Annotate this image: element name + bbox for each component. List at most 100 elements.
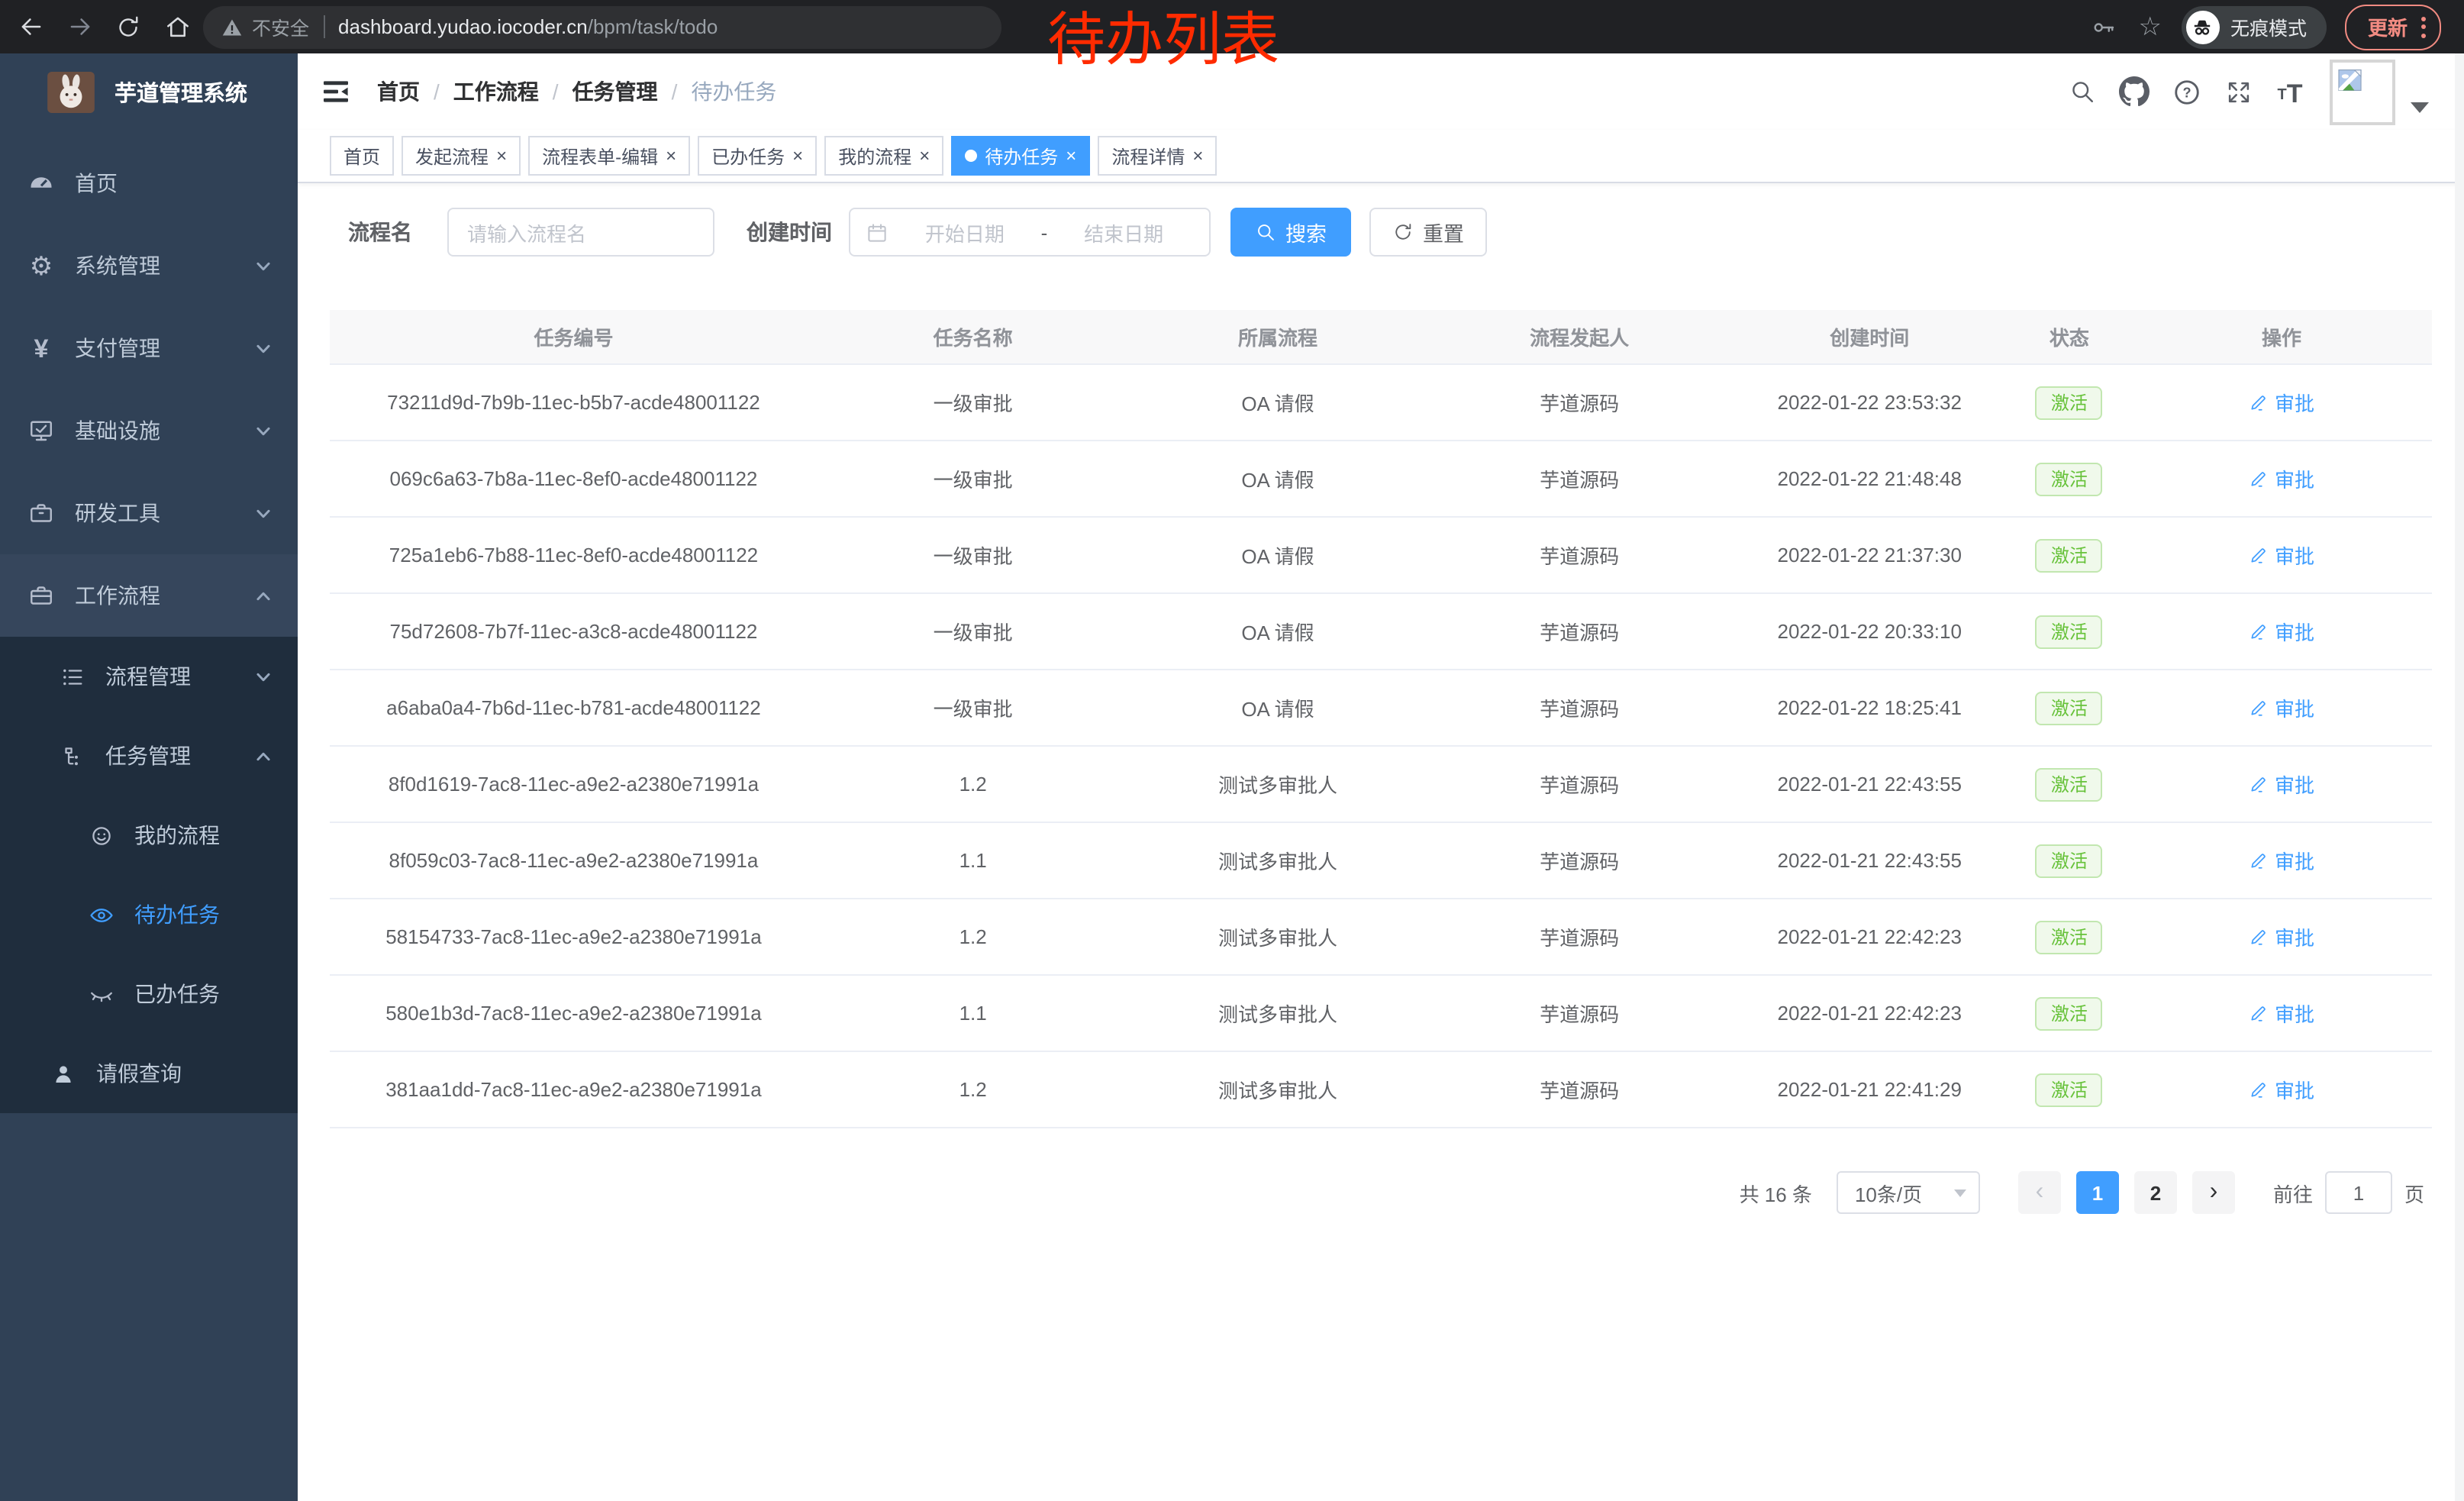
sidebar-collapse-icon[interactable]: [321, 76, 351, 107]
sidebar-item-done-task[interactable]: 已办任务: [0, 954, 298, 1034]
page-2-button[interactable]: 2: [2134, 1171, 2177, 1214]
tab-todo-task[interactable]: 待办任务×: [951, 136, 1090, 176]
table-row: 75d72608-7b7f-11ec-a3c8-acde48001122 一级审…: [330, 594, 2432, 670]
approve-link[interactable]: 审批: [2249, 388, 2314, 417]
tab-done-task[interactable]: 已办任务×: [698, 136, 817, 176]
security-warning-icon[interactable]: [221, 16, 243, 37]
cell-task-name: 一级审批: [818, 388, 1129, 417]
security-label[interactable]: 不安全: [252, 12, 309, 41]
sidebar-menu: 首页 ⚙ 系统管理 ¥ 支付管理 基础设施: [0, 130, 298, 1113]
cell-action: 审批: [2131, 617, 2432, 646]
close-icon[interactable]: ×: [1066, 147, 1076, 165]
tab-my-process[interactable]: 我的流程×: [824, 136, 943, 176]
font-size-icon[interactable]: TT: [2275, 76, 2305, 107]
sidebar-item-leave-query[interactable]: 请假查询: [0, 1034, 298, 1113]
bookmark-star-icon[interactable]: ☆: [2138, 14, 2162, 40]
sidebar-item-todo-task[interactable]: 待办任务: [0, 875, 298, 954]
sidebar-item-infrastructure[interactable]: 基础设施: [0, 389, 298, 472]
sidebar-item-process-mgmt[interactable]: 流程管理: [0, 637, 298, 716]
home-icon[interactable]: [162, 11, 192, 42]
cell-process: OA 请假: [1128, 464, 1427, 493]
back-icon[interactable]: [15, 11, 46, 42]
prev-page-button[interactable]: ‹: [2018, 1171, 2061, 1214]
status-badge: 激活: [2036, 844, 2103, 877]
approve-link[interactable]: 审批: [2249, 770, 2314, 799]
sidebar-item-system[interactable]: ⚙ 系统管理: [0, 224, 298, 307]
sidebar-item-devtools[interactable]: 研发工具: [0, 472, 298, 554]
incognito-badge: 无痕模式: [2182, 5, 2327, 48]
eye-open-icon: [87, 901, 114, 928]
avatar[interactable]: [2330, 59, 2395, 124]
approve-link[interactable]: 审批: [2249, 693, 2314, 722]
select-caret-icon: [1954, 1189, 1966, 1196]
forward-icon[interactable]: [64, 11, 95, 42]
fullscreen-icon[interactable]: [2223, 76, 2253, 107]
close-icon[interactable]: ×: [792, 147, 803, 165]
url-text[interactable]: dashboard.yudao.iocoder.cn/bpm/task/todo: [338, 15, 718, 38]
breadcrumb-home[interactable]: 首页: [377, 76, 420, 107]
cell-action: 审批: [2131, 846, 2432, 875]
cell-task-id: 8f0d1619-7ac8-11ec-a9e2-a2380e71991a: [330, 773, 818, 796]
update-button[interactable]: 更新: [2345, 4, 2441, 50]
browser-menu-icon[interactable]: [2421, 16, 2426, 37]
sidebar-item-my-process[interactable]: 我的流程: [0, 796, 298, 875]
close-icon[interactable]: ×: [666, 147, 676, 165]
approve-link[interactable]: 审批: [2249, 846, 2314, 875]
github-icon[interactable]: [2119, 76, 2150, 107]
page-scrollbar[interactable]: [2455, 53, 2464, 1501]
approve-link[interactable]: 审批: [2249, 922, 2314, 951]
close-icon[interactable]: ×: [919, 147, 930, 165]
close-icon[interactable]: ×: [1192, 147, 1203, 165]
app-logo[interactable]: 芋道管理系统: [0, 53, 298, 130]
cell-created: 2022-01-21 22:43:55: [1732, 773, 2008, 796]
status-badge: 激活: [2036, 1073, 2103, 1106]
tab-process-detail[interactable]: 流程详情×: [1098, 136, 1217, 176]
next-page-button[interactable]: ›: [2192, 1171, 2235, 1214]
cell-starter: 芋道源码: [1427, 1075, 1732, 1104]
approve-link[interactable]: 审批: [2249, 1075, 2314, 1104]
broken-image-icon: [2337, 66, 2363, 92]
sidebar-item-task-mgmt[interactable]: 任务管理: [0, 716, 298, 796]
page-1-button[interactable]: 1: [2076, 1171, 2119, 1214]
date-range-input[interactable]: 开始日期 - 结束日期: [849, 208, 1211, 257]
page-content: 流程名 请输入流程名 创建时间 开始日期 - 结束日期 搜索: [298, 183, 2464, 1501]
logo-rabbit-icon: [47, 71, 95, 112]
tab-start-process[interactable]: 发起流程×: [402, 136, 521, 176]
address-bar[interactable]: 不安全 dashboard.yudao.iocoder.cn/bpm/task/…: [203, 5, 1001, 48]
goto-page-input[interactable]: 1: [2325, 1171, 2392, 1214]
approve-link[interactable]: 审批: [2249, 464, 2314, 493]
reset-button[interactable]: 重置: [1369, 208, 1487, 257]
tab-form-edit[interactable]: 流程表单-编辑×: [528, 136, 690, 176]
password-key-icon[interactable]: [2089, 13, 2117, 40]
monitor-icon: [27, 417, 55, 444]
incognito-icon: [2186, 10, 2220, 44]
avatar-dropdown-caret[interactable]: [2411, 102, 2429, 112]
pencil-icon: [2249, 469, 2269, 489]
cell-status: 激活: [2008, 691, 2131, 725]
approve-link[interactable]: 审批: [2249, 541, 2314, 570]
process-name-input[interactable]: 请输入流程名: [447, 208, 714, 257]
help-icon[interactable]: ?: [2171, 76, 2201, 107]
sidebar-item-payment[interactable]: ¥ 支付管理: [0, 307, 298, 389]
cell-task-id: 8f059c03-7ac8-11ec-a9e2-a2380e71991a: [330, 849, 818, 872]
pagination: 共 16 条 10条/页 ‹ 1 2 › 前往 1 页: [330, 1171, 2432, 1214]
reload-icon[interactable]: [113, 11, 144, 42]
close-icon[interactable]: ×: [496, 147, 507, 165]
pencil-icon: [2249, 851, 2269, 870]
cell-status: 激活: [2008, 767, 2131, 801]
page-size-select[interactable]: 10条/页: [1837, 1171, 1980, 1214]
cell-task-id: 580e1b3d-7ac8-11ec-a9e2-a2380e71991a: [330, 1002, 818, 1025]
breadcrumb-workflow[interactable]: 工作流程: [453, 76, 539, 107]
cell-process: 测试多审批人: [1128, 1075, 1427, 1104]
approve-link[interactable]: 审批: [2249, 999, 2314, 1028]
pencil-icon: [2249, 698, 2269, 718]
search-icon[interactable]: [2067, 76, 2098, 107]
total-count: 共 16 条: [1740, 1178, 1812, 1207]
approve-link[interactable]: 审批: [2249, 617, 2314, 646]
tab-home[interactable]: 首页: [330, 136, 394, 176]
sidebar-item-home[interactable]: 首页: [0, 142, 298, 224]
sidebar-item-workflow[interactable]: 工作流程: [0, 554, 298, 637]
briefcase-icon: [27, 582, 55, 609]
breadcrumb-task-mgmt[interactable]: 任务管理: [572, 76, 658, 107]
search-button[interactable]: 搜索: [1230, 208, 1351, 257]
